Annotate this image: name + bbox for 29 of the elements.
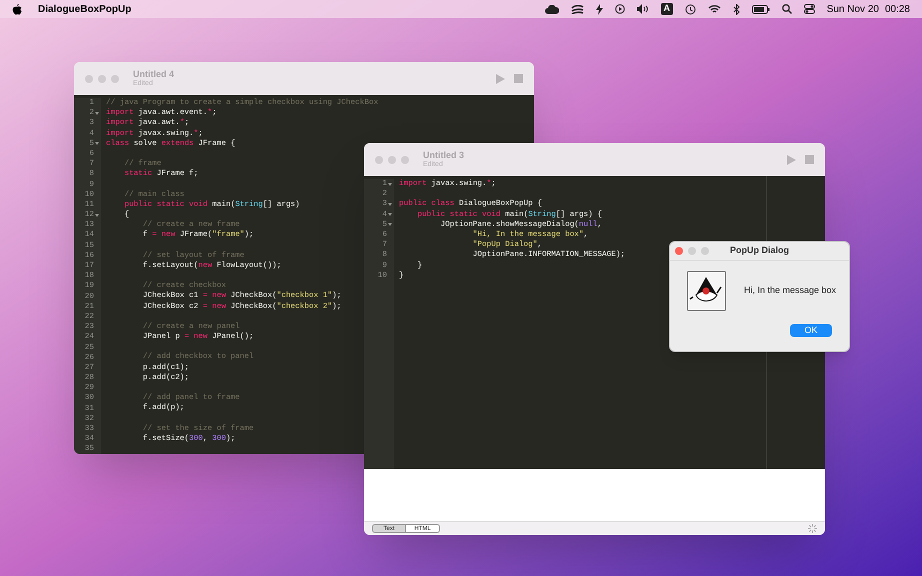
app-name[interactable]: DialogueBoxPopUp <box>38 2 132 16</box>
lightning-icon[interactable] <box>596 4 603 14</box>
search-icon[interactable] <box>782 4 792 14</box>
fold-arrow-icon[interactable] <box>95 142 99 146</box>
fold-arrow-icon[interactable] <box>388 202 392 206</box>
menu-bar-time[interactable]: 00:28 <box>884 2 910 16</box>
apple-logo-icon[interactable] <box>12 4 22 14</box>
fold-arrow-icon[interactable] <box>95 112 99 115</box>
fold-arrow-icon[interactable] <box>95 214 99 217</box>
play-circle-icon[interactable] <box>614 4 625 14</box>
bluetooth-icon[interactable] <box>732 4 740 14</box>
speaker-icon[interactable] <box>636 4 649 14</box>
fold-arrow-icon[interactable] <box>388 223 392 226</box>
fold-arrow-icon[interactable] <box>388 213 392 216</box>
mascot-icon <box>687 271 726 311</box>
input-source-indicator[interactable]: A <box>660 3 673 15</box>
window-title: Untitled 4 <box>133 70 174 78</box>
fold-arrow-icon[interactable] <box>388 182 392 186</box>
dialog-title: PopUp Dialog <box>730 244 789 258</box>
menu-bar-date[interactable]: Sun Nov 20 <box>826 2 879 16</box>
cloud-icon[interactable] <box>544 4 559 14</box>
battery-icon[interactable] <box>752 4 770 14</box>
close-button[interactable] <box>675 247 683 255</box>
dialog-message: Hi, In the message box <box>744 284 836 298</box>
spinner-icon <box>808 524 817 533</box>
toggles-icon[interactable] <box>804 4 815 14</box>
window-title: Untitled 3 <box>423 150 464 160</box>
stripes-icon[interactable] <box>570 4 584 14</box>
wifi-icon[interactable] <box>708 4 721 14</box>
